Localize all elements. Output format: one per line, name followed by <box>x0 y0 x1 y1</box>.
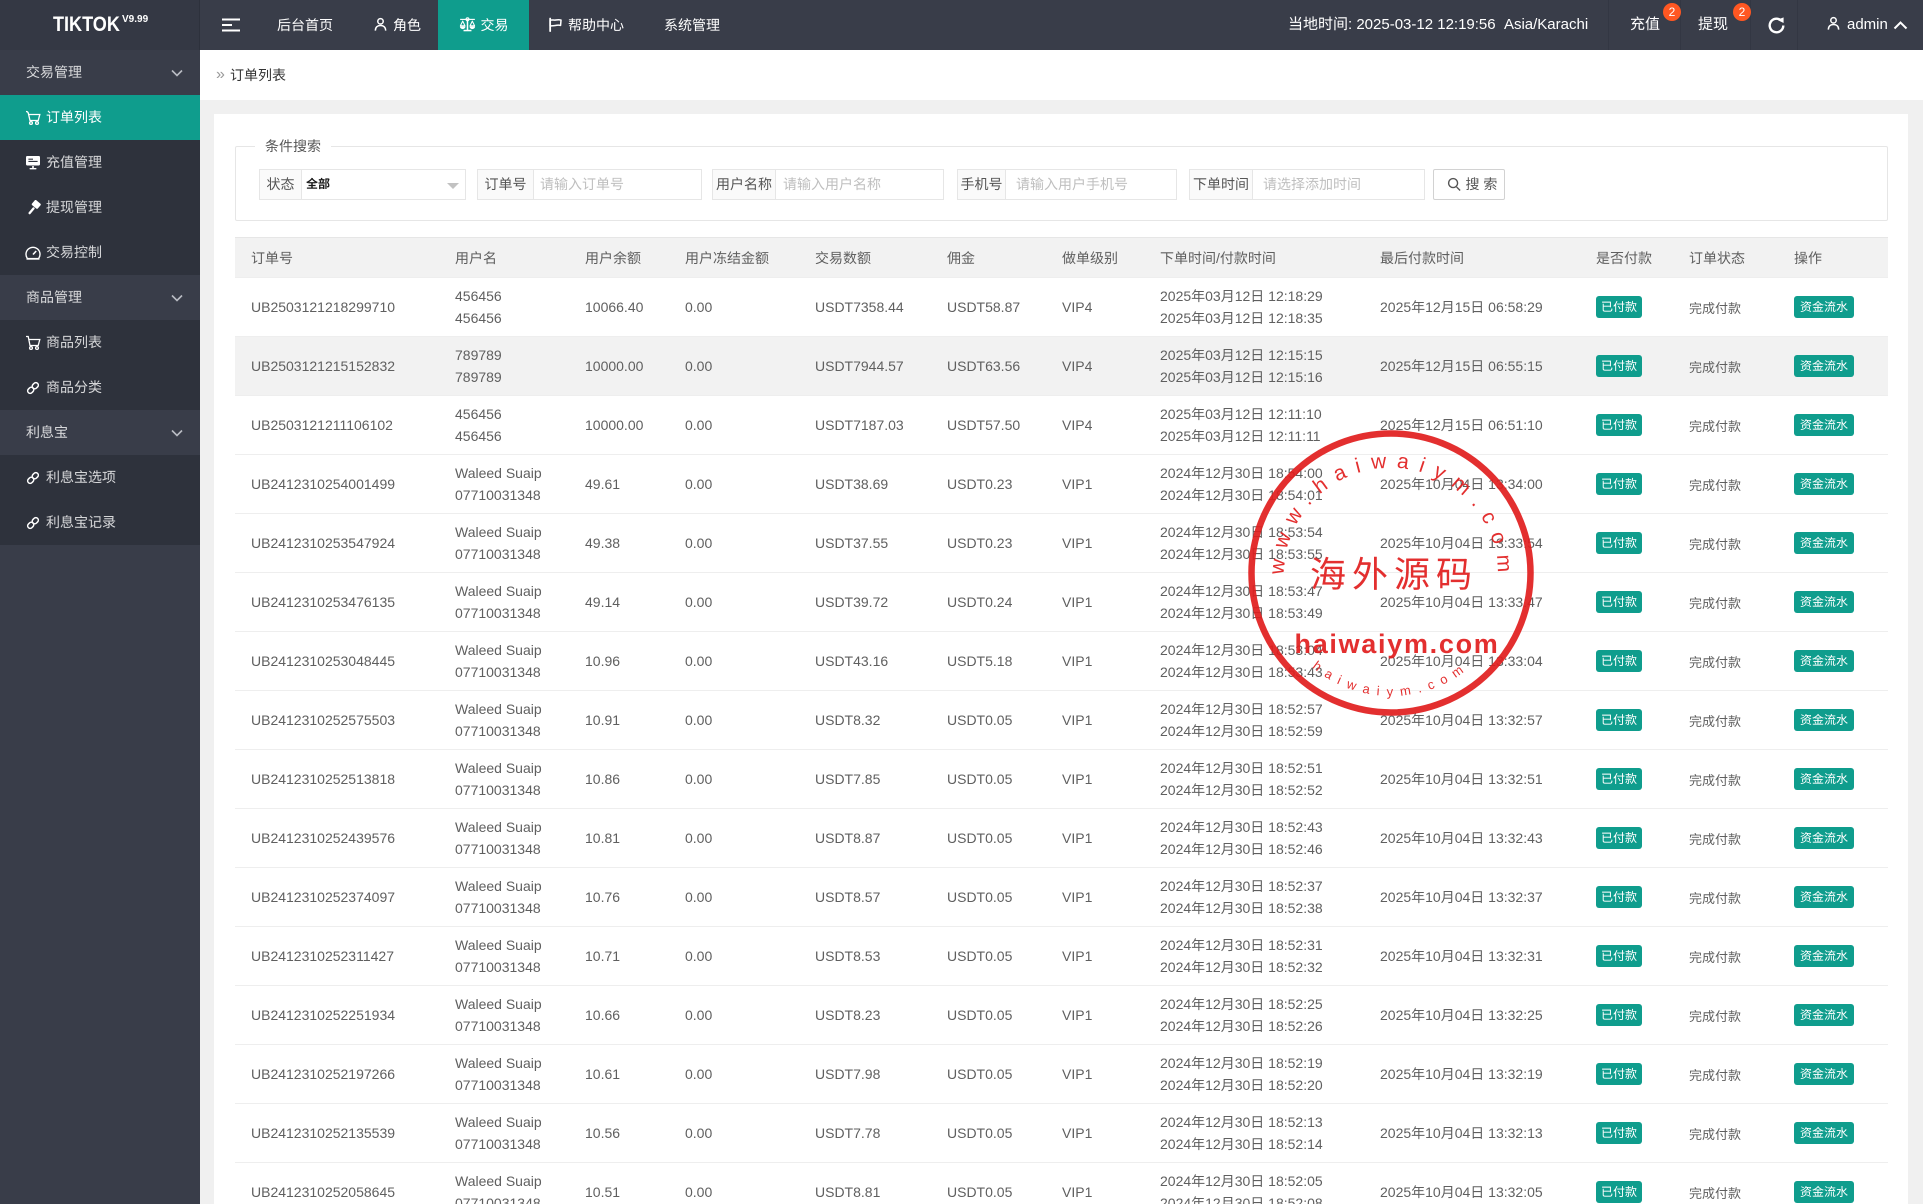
svg-text:海外源码: 海外源码 <box>1310 546 1478 598</box>
svg-text:haiwaiym.com: haiwaiym.com <box>1310 658 1472 699</box>
svg-text:haiwaiym.com: haiwaiym.com <box>1295 629 1500 659</box>
